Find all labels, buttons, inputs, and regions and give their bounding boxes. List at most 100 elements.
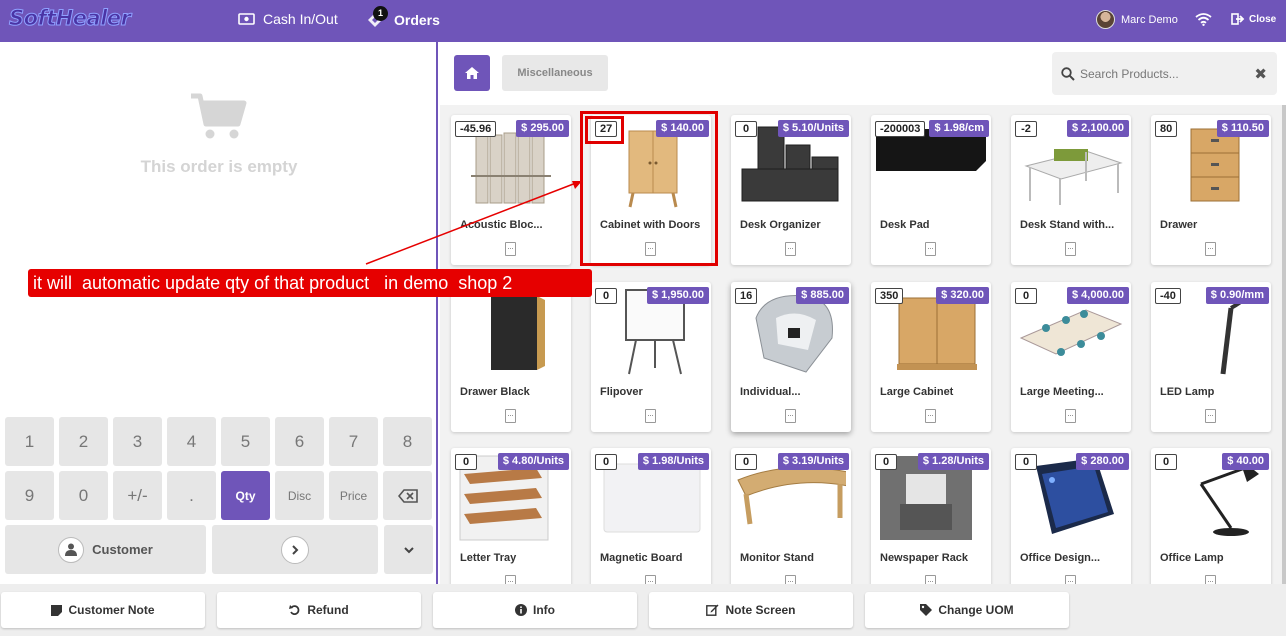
note-screen-button[interactable]: Note Screen — [649, 592, 853, 628]
product-card[interactable]: 27 $ 140.00 Cabinet with Doors — [591, 115, 711, 265]
product-info-icon[interactable] — [1065, 242, 1076, 256]
product-qty-badge: 0 — [875, 454, 897, 470]
wifi-icon[interactable] — [1195, 12, 1212, 31]
product-card[interactable]: -40 $ 0.90/mm LED Lamp — [1151, 282, 1271, 432]
home-icon — [465, 67, 479, 79]
product-info-icon[interactable] — [505, 575, 516, 584]
numpad-mode-price[interactable]: Price — [329, 471, 378, 520]
customer-note-button[interactable]: Customer Note — [1, 592, 205, 628]
product-card[interactable]: -2 $ 2,100.00 Desk Stand with... — [1011, 115, 1131, 265]
change-uom-button[interactable]: Change UOM — [865, 592, 1069, 628]
ticket-icon: 1 — [366, 6, 388, 29]
clear-search-icon[interactable]: ✖ — [1254, 65, 1267, 83]
refund-button[interactable]: Refund — [217, 592, 421, 628]
annotation-callout: it will automatic update qty of that pro… — [28, 269, 592, 297]
product-card[interactable]: -200003 $ 1.98/cm Desk Pad — [871, 115, 991, 265]
backspace-icon — [397, 488, 418, 503]
cash-in-out-label: Cash In/Out — [263, 11, 338, 27]
product-name: Office Lamp — [1160, 552, 1224, 564]
cash-icon — [238, 13, 255, 25]
numpad-key-9[interactable]: 9 — [5, 471, 54, 520]
product-card[interactable]: 0 $ 280.00 Office Design... — [1011, 448, 1131, 584]
info-button[interactable]: Info — [433, 592, 637, 628]
product-info-icon[interactable] — [1065, 575, 1076, 584]
product-card[interactable]: 0 $ 1.98/Units Magnetic Board — [591, 448, 711, 584]
numpad-key-decimal[interactable]: . — [167, 471, 216, 520]
chevron-down-icon — [403, 546, 414, 553]
product-info-icon[interactable] — [1205, 242, 1216, 256]
product-price-tag: $ 4.80/Units — [497, 453, 569, 470]
product-card[interactable]: -45.96 $ 295.00 Acoustic Bloc... — [451, 115, 571, 265]
close-button[interactable]: Close — [1231, 13, 1276, 25]
search-input[interactable] — [1080, 66, 1250, 81]
product-info-icon[interactable] — [785, 575, 796, 584]
product-info-icon[interactable] — [645, 242, 656, 256]
numpad-mode-disc[interactable]: Disc — [275, 471, 324, 520]
product-grid-scrollbar[interactable] — [1282, 105, 1286, 584]
numpad-key-sign[interactable]: +/- — [113, 471, 162, 520]
product-info-icon[interactable] — [1065, 409, 1076, 423]
more-actions-button[interactable] — [384, 525, 433, 574]
product-price-tag: $ 320.00 — [936, 287, 989, 304]
numpad-key-5[interactable]: 5 — [221, 417, 270, 466]
product-info-icon[interactable] — [1205, 409, 1216, 423]
product-card[interactable]: 0 $ 4.80/Units Letter Tray — [451, 448, 571, 584]
product-price-tag: $ 4,000.00 — [1067, 287, 1129, 304]
backspace-button[interactable] — [383, 471, 432, 520]
customer-button[interactable]: Customer — [5, 525, 206, 574]
product-info-icon[interactable] — [925, 575, 936, 584]
product-card[interactable]: 0 $ 1,950.00 Flipover — [591, 282, 711, 432]
orders-label: Orders — [394, 12, 440, 28]
search-icon — [1061, 66, 1075, 81]
category-miscellaneous[interactable]: Miscellaneous — [502, 55, 608, 91]
numpad-key-4[interactable]: 4 — [167, 417, 216, 466]
product-card[interactable]: Drawer Black — [451, 282, 571, 432]
product-qty-badge: 0 — [735, 121, 757, 137]
product-card[interactable]: 80 $ 110.50 Drawer — [1151, 115, 1271, 265]
product-card[interactable]: 0 $ 1.28/Units Newspaper Rack — [871, 448, 991, 584]
home-category-button[interactable] — [454, 55, 490, 91]
product-info-icon[interactable] — [785, 242, 796, 256]
product-info-icon[interactable] — [645, 409, 656, 423]
product-price-tag: $ 885.00 — [796, 287, 849, 304]
numpad-key-3[interactable]: 3 — [113, 417, 162, 466]
product-card[interactable]: 350 $ 320.00 Large Cabinet — [871, 282, 991, 432]
numpad-key-2[interactable]: 2 — [59, 417, 108, 466]
product-info-icon[interactable] — [645, 575, 656, 584]
product-price-tag: $ 1.28/Units — [917, 453, 989, 470]
numpad-key-7[interactable]: 7 — [329, 417, 378, 466]
product-card[interactable]: 0 $ 4,000.00 Large Meeting... — [1011, 282, 1131, 432]
numpad-key-1[interactable]: 1 — [5, 417, 54, 466]
product-info-icon[interactable] — [505, 409, 516, 423]
product-name: Large Meeting... — [1020, 386, 1104, 398]
user-icon — [58, 536, 85, 563]
payment-button[interactable] — [212, 525, 378, 574]
product-info-icon[interactable] — [925, 409, 936, 423]
avatar — [1096, 10, 1115, 29]
product-card[interactable]: 0 $ 3.19/Units Monitor Stand — [731, 448, 851, 584]
product-price-tag: $ 3.19/Units — [777, 453, 849, 470]
product-info-icon[interactable] — [925, 242, 936, 256]
product-name: Desk Pad — [880, 219, 930, 231]
note-screen-label: Note Screen — [725, 603, 796, 617]
orders-button[interactable]: 1 Orders — [366, 6, 440, 29]
product-info-icon[interactable] — [1205, 575, 1216, 584]
product-price-tag: $ 1.98/Units — [637, 453, 709, 470]
product-info-icon[interactable] — [505, 242, 516, 256]
numpad-key-0[interactable]: 0 — [59, 471, 108, 520]
numpad-mode-qty[interactable]: Qty — [221, 471, 270, 520]
product-card[interactable]: 0 $ 5.10/Units Desk Organizer — [731, 115, 851, 265]
product-qty-badge: 0 — [1155, 454, 1177, 470]
user-menu[interactable]: Marc Demo — [1096, 10, 1178, 29]
product-card[interactable]: 0 $ 40.00 Office Lamp — [1151, 448, 1271, 584]
product-name: Flipover — [600, 386, 643, 398]
cash-in-out-button[interactable]: Cash In/Out — [238, 11, 338, 27]
product-card[interactable]: 16 $ 885.00 Individual... — [731, 282, 851, 432]
product-qty-badge: 16 — [735, 288, 758, 304]
product-image — [456, 288, 566, 375]
product-info-icon[interactable] — [785, 409, 796, 423]
numpad-key-8[interactable]: 8 — [383, 417, 432, 466]
numpad-key-6[interactable]: 6 — [275, 417, 324, 466]
product-price-tag: $ 5.10/Units — [777, 120, 849, 137]
sign-out-icon — [1231, 13, 1245, 25]
